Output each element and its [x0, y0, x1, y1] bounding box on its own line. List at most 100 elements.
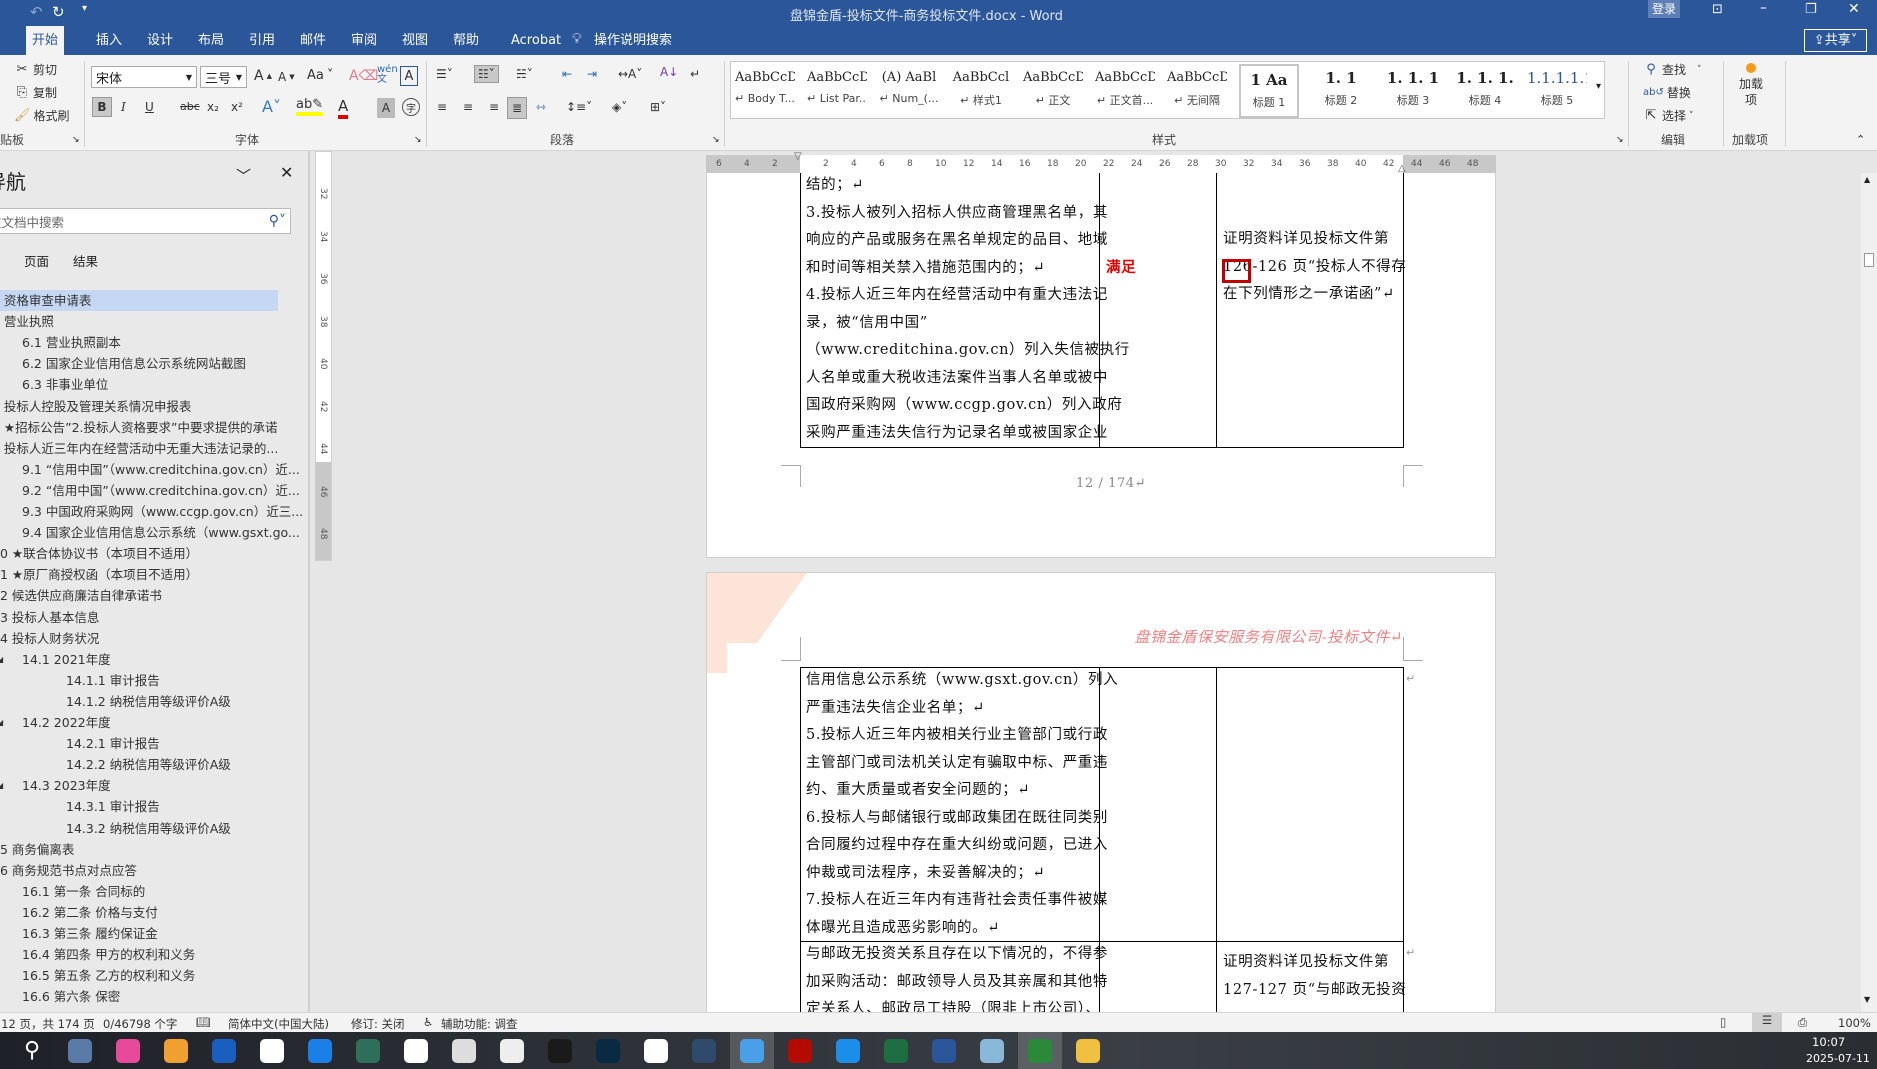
nav-tab-pages[interactable]: 页面: [24, 251, 49, 270]
multilevel-list-icon[interactable]: ☵˅: [516, 67, 533, 81]
text-direction-icon[interactable]: ↔A˅: [618, 67, 642, 81]
excel-icon[interactable]: [884, 1039, 908, 1063]
borders-icon[interactable]: ⊞˅: [650, 100, 666, 114]
nav-item[interactable]: 9 投标人近三年内在经营活动中无重大违法记录的...: [0, 438, 278, 459]
strikethrough-button[interactable]: abc: [180, 100, 200, 113]
nav-item[interactable]: 16 商务规范书点对点应答: [0, 860, 278, 881]
minimize-icon[interactable]: –: [1760, 0, 1767, 16]
nav-item[interactable]: 8 ★招标公告”2.投标人资格要求”中要求提供的承诺: [0, 417, 278, 438]
italic-button[interactable]: I: [121, 100, 126, 114]
line-spacing-icon[interactable]: ↕≡˅: [566, 100, 592, 114]
font-size-select[interactable]: 三号 ▼: [200, 66, 247, 88]
numbering-icon[interactable]: ☷˅: [474, 65, 499, 83]
login-button[interactable]: 登录: [1648, 0, 1680, 18]
shading-icon[interactable]: ◈˅: [612, 100, 627, 114]
font-name-select[interactable]: 宋体 ▼: [91, 66, 197, 88]
gallery-more-icon[interactable]: ▾: [1596, 81, 1601, 92]
nav-close-icon[interactable]: ✕: [280, 163, 293, 182]
collapse-triangle-icon[interactable]: ◢: [0, 712, 3, 733]
browser-icon[interactable]: [404, 1039, 428, 1063]
dialog-launcher-icon[interactable]: ↘: [712, 135, 720, 145]
style-10[interactable]: 1. 1. 1. 标题 4: [1455, 64, 1515, 118]
file-explorer-icon[interactable]: [1076, 1039, 1100, 1063]
dots-app-icon[interactable]: [212, 1039, 236, 1063]
style-3[interactable]: AaBbCcl ↵ 样式1: [951, 64, 1011, 118]
nav-item[interactable]: 9.3 中国政府采购网（www.ccgp.gov.cn）近三...: [0, 501, 303, 522]
nav-item[interactable]: 11 ★原厂商授权函（本项目不适用）: [0, 564, 278, 585]
calculator-icon[interactable]: [68, 1039, 92, 1063]
right-indent-marker[interactable]: △: [1398, 163, 1406, 174]
tab-references[interactable]: 引用: [243, 26, 281, 55]
nav-item[interactable]: 6.2 国家企业信用信息公示系统网站截图: [0, 353, 278, 374]
read-mode-icon[interactable]: ▯: [1720, 1015, 1726, 1029]
align-right-icon[interactable]: ≡: [489, 100, 499, 114]
style-5[interactable]: AaBbCcDc ↵ 正文首...: [1095, 64, 1155, 118]
distributed-icon[interactable]: ⇿: [536, 100, 546, 114]
customize-toolbar-icon[interactable]: ▾: [82, 3, 87, 14]
style-7[interactable]: 1 Aa 标题 1: [1239, 64, 1299, 118]
dialog-launcher-icon[interactable]: ↘: [1616, 135, 1624, 145]
ribbon-display-icon[interactable]: ⊡: [1712, 2, 1723, 17]
style-9[interactable]: 1. 1. 1 标题 3: [1383, 64, 1443, 118]
scrollbar-thumb[interactable]: [1864, 253, 1874, 267]
addins-button[interactable]: 加载项: [1736, 63, 1766, 108]
dialog-launcher-icon[interactable]: ↘: [72, 135, 80, 145]
language-status[interactable]: 简体中文(中国大陆): [228, 1016, 329, 1032]
highlight-color-icon[interactable]: ab✎: [296, 97, 324, 116]
feishu-icon[interactable]: [260, 1039, 284, 1063]
nav-item[interactable]: 15 商务偏离表: [0, 839, 278, 860]
change-case-button[interactable]: Aa ˅: [307, 68, 333, 83]
phonetic-guide-icon[interactable]: wén 文: [377, 65, 398, 85]
superscript-button[interactable]: x²: [231, 100, 243, 114]
nav-item[interactable]: 16.1 第一条 合同标的: [0, 881, 278, 902]
tab-help[interactable]: 帮助: [447, 26, 485, 55]
tab-acrobat[interactable]: Acrobat: [505, 26, 567, 55]
nav-item[interactable]: 14.1.2 纳税信用等级评价A级: [0, 691, 278, 712]
qq-icon[interactable]: [644, 1039, 668, 1063]
nav-item[interactable]: 5 资格审查申请表: [0, 290, 278, 311]
redo-icon[interactable]: ↻: [52, 3, 65, 21]
close-icon[interactable]: ✕: [1848, 1, 1860, 17]
decrease-indent-icon[interactable]: ⇤: [562, 67, 572, 81]
increase-indent-icon[interactable]: ⇥: [587, 67, 597, 81]
style-0[interactable]: AaBbCcDc ↵ Body T...: [735, 64, 795, 118]
find-button[interactable]: ⚲ 查找 ˅: [1643, 61, 1701, 78]
nav-item[interactable]: 6 营业执照: [0, 311, 278, 332]
tab-design[interactable]: 设计: [141, 26, 179, 55]
wave-app-icon[interactable]: [692, 1039, 716, 1063]
nav-item[interactable]: 6.1 营业执照副本: [0, 332, 278, 353]
show-marks-icon[interactable]: ↵: [690, 67, 700, 81]
document-app-icon[interactable]: [452, 1039, 476, 1063]
align-left-icon[interactable]: ≡: [437, 100, 447, 114]
undo-icon[interactable]: ↶: [30, 3, 43, 21]
format-painter-button[interactable]: 🖌︎ 格式刷: [14, 107, 70, 124]
nav-tab-results[interactable]: 结果: [73, 251, 98, 270]
bullets-icon[interactable]: ☰˅: [436, 67, 453, 81]
tab-insert[interactable]: 插入: [90, 26, 128, 55]
camera-app-icon[interactable]: [164, 1039, 188, 1063]
nav-item[interactable]: 14.3 2023年度 ◢: [0, 775, 278, 796]
nav-item[interactable]: 16.3 第三条 履约保证金: [0, 923, 278, 944]
subscript-button[interactable]: x₂: [207, 100, 219, 114]
zoom-level[interactable]: 100%: [1838, 1016, 1871, 1030]
clear-formatting-icon[interactable]: A⌫: [349, 68, 378, 84]
sort-icon[interactable]: A↓: [660, 65, 678, 79]
grow-font-icon[interactable]: A ▲: [254, 68, 272, 84]
nav-item[interactable]: 16.6 第六条 保密: [0, 986, 278, 1007]
restore-icon[interactable]: ❐: [1805, 2, 1817, 17]
justify-icon[interactable]: ≣: [507, 97, 527, 119]
photoshop-icon[interactable]: [596, 1039, 620, 1063]
nav-item[interactable]: 16.5 第五条 乙方的权利和义务: [0, 965, 278, 986]
style-11[interactable]: 1.1.1.1.1 标题 5: [1527, 64, 1587, 118]
nav-item[interactable]: 14.1.1 审计报告: [0, 670, 278, 691]
accessibility-status[interactable]: 辅助功能: 调查: [441, 1016, 518, 1032]
nav-item[interactable]: 14 投标人财务状况: [0, 628, 278, 649]
collapse-triangle-icon[interactable]: ◢: [0, 649, 3, 670]
search-browser-icon[interactable]: [740, 1039, 764, 1063]
print-layout-icon[interactable]: ☰: [1752, 1013, 1782, 1032]
nav-item[interactable]: 9.4 国家企业信用信息公示系统（www.gsxt.go...: [0, 522, 300, 543]
wechat-icon[interactable]: [500, 1039, 524, 1063]
search-icon[interactable]: ⚲: [20, 1039, 44, 1063]
scroll-down-icon[interactable]: ▼: [1864, 995, 1870, 1004]
vpn-icon[interactable]: [356, 1039, 380, 1063]
